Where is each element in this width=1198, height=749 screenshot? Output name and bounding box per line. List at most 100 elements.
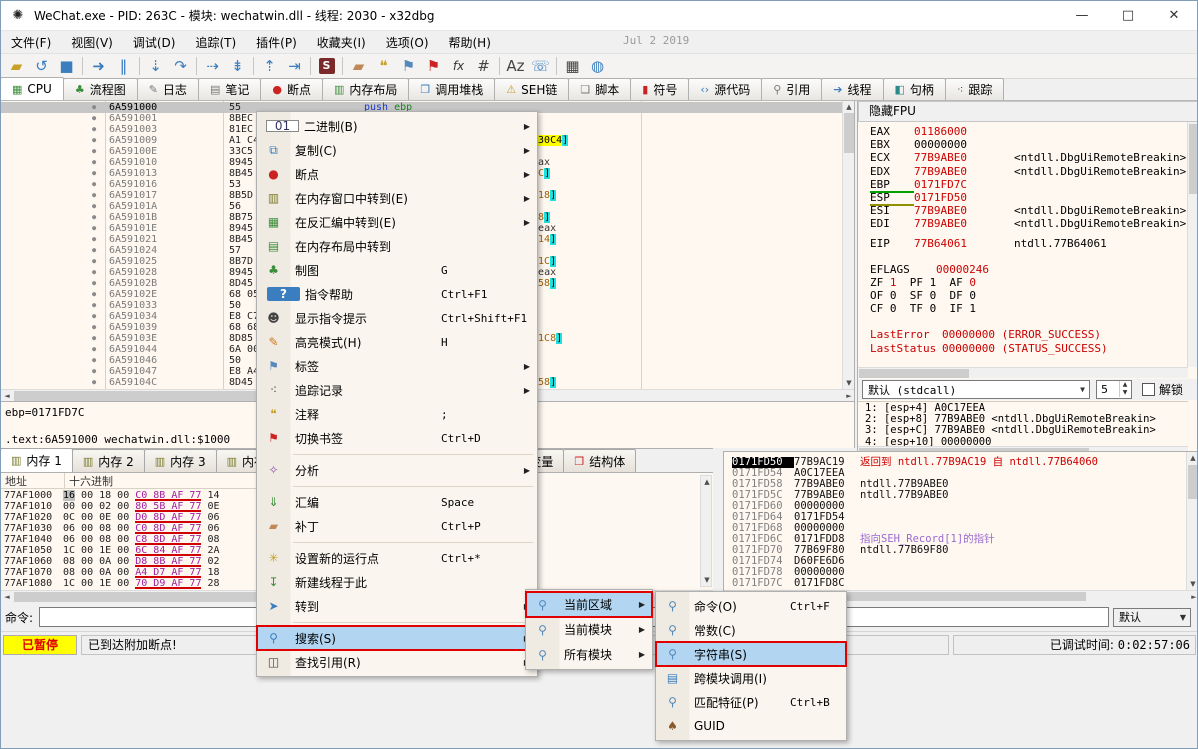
functions-icon[interactable]: fx	[446, 55, 471, 77]
menu-item[interactable]: ☻ 显示指令提示 Ctrl+Shift+F1	[257, 306, 537, 330]
menu-item[interactable]: ⚲ 匹配特征(P) Ctrl+B	[656, 690, 846, 714]
title-bar[interactable]: ✺ WeChat.exe - PID: 263C - 模块: wechatwin…	[1, 1, 1197, 31]
dump-header-hex[interactable]: 十六进制	[65, 473, 113, 488]
execute-till-return-icon[interactable]: ⇟	[225, 55, 250, 77]
bookmarks-icon[interactable]: ⚑	[421, 55, 446, 77]
breakpoint-dot-icon[interactable]: ●	[92, 355, 96, 366]
eflags-row[interactable]: EFLAGS00000246	[870, 263, 1188, 276]
locals-vscrollbar[interactable]: ▲ ▼	[700, 475, 712, 587]
menu-item[interactable]: ⇓ 汇编 Space	[257, 490, 537, 514]
menubar-item[interactable]: 调试(D)	[123, 32, 186, 53]
breakpoint-dot-icon[interactable]: ●	[92, 124, 96, 135]
calculator-icon[interactable]: ▦	[560, 55, 585, 77]
laststatus-row[interactable]: LastStatus00000000 (STATUS_SUCCESS)	[870, 342, 1188, 355]
call-argument[interactable]: 3: [esp+C] 77B9ABE0 <ntdll.DbgUiRemoteBr…	[865, 425, 1188, 436]
dump-row[interactable]: 77AF1010 00 00 02 00 80 5B AF 77 0E	[1, 501, 220, 512]
breakpoint-dot-icon[interactable]: ●	[92, 245, 96, 256]
menu-item[interactable]: ◫ 查找引用(R) ▶	[257, 650, 537, 674]
view-tab[interactable]: ⚠ SEH链	[494, 78, 569, 100]
view-tab[interactable]: ⚲ 引用	[761, 78, 822, 100]
strings-icon[interactable]: Az	[503, 55, 528, 77]
flags-row[interactable]: ZF 1 PF 1 AF 0	[870, 276, 1188, 289]
menu-item[interactable]: ↧ 新建线程于此	[257, 570, 537, 594]
menu-item[interactable]: ✎ 高亮模式(H) H	[257, 330, 537, 354]
menu-item[interactable]: ⚲ 当前模块 ▶	[526, 617, 652, 642]
menu-item[interactable]: ▰ 补丁 Ctrl+P	[257, 514, 537, 538]
register-row[interactable]: EBP0171FD7C	[870, 178, 1188, 191]
spinner-arrows-icon[interactable]: ▲▼	[1119, 381, 1130, 397]
menu-item[interactable]: ⚲ 搜索(S) ▶	[257, 626, 537, 650]
call-arguments-list[interactable]: 1: [esp+4] A0C17EEA2: [esp+8] 77B9ABE0 <…	[858, 401, 1188, 446]
view-tab[interactable]: ▤ 笔记	[198, 78, 261, 100]
register-row[interactable]: EDI77B9ABE0<ntdll.DbgUiRemoteBreakin>	[870, 217, 1188, 230]
breakpoint-dot-icon[interactable]: ●	[92, 311, 96, 322]
menubar-item[interactable]: 文件(F)	[1, 32, 61, 53]
breakpoint-dot-icon[interactable]: ●	[92, 135, 96, 146]
dump-row[interactable]: 77AF1030 06 00 08 00 C0 8D AF 77 06	[1, 523, 220, 534]
view-tab[interactable]: ◧ 句柄	[883, 78, 946, 100]
menu-item[interactable]: ? 指令帮助 Ctrl+F1	[257, 282, 537, 306]
view-tab[interactable]: ▥ 内存布局	[322, 78, 409, 100]
menu-item[interactable]: ▦ 在反汇编中转到(E) ▶	[257, 210, 537, 234]
register-row[interactable]: EDX77B9ABE0<ntdll.DbgUiRemoteBreakin>	[870, 165, 1188, 178]
step-into-icon[interactable]: ⇣	[143, 55, 168, 77]
stack-row[interactable]: 0171FD7C 0171FD8C	[724, 578, 1198, 589]
patch-icon[interactable]: ▰	[346, 55, 371, 77]
breakpoint-dot-icon[interactable]: ●	[92, 267, 96, 278]
dump-row[interactable]: 77AF1000 16 00 18 00 C0 8B AF 77 14	[1, 490, 220, 501]
register-row[interactable]: ESI77B9ABE0<ntdll.DbgUiRemoteBreakin>	[870, 204, 1188, 217]
register-row[interactable]: ECX77B9ABE0<ntdll.DbgUiRemoteBreakin>	[870, 151, 1188, 164]
breakpoint-dot-icon[interactable]: ●	[92, 256, 96, 267]
menu-item[interactable]: ● 断点 ▶	[257, 162, 537, 186]
menu-item[interactable]: ▥ 在内存窗口中转到(E) ▶	[257, 186, 537, 210]
view-tab[interactable]: ▦ CPU	[0, 77, 64, 100]
hide-fpu-button[interactable]: 隐藏FPU	[858, 101, 1198, 122]
breakpoint-dot-icon[interactable]: ●	[92, 322, 96, 333]
registers-vscrollbar[interactable]	[1187, 122, 1198, 367]
dump-row[interactable]: 77AF1060 08 00 0A 00 D8 8B AF 77 02	[1, 556, 220, 567]
menu-item[interactable]: ⚑ 标签 ▶	[257, 354, 537, 378]
menu-item[interactable]: ▤ 在内存布局中转到	[257, 234, 537, 258]
registers-hscrollbar[interactable]	[858, 367, 1188, 378]
registers-list[interactable]: EAX01186000 EBX00000000 ECX77B9ABE0<ntdl…	[858, 122, 1188, 367]
scroll-right-icon[interactable]: ►	[1188, 591, 1198, 601]
menu-item[interactable]: ♠ GUID	[656, 714, 846, 738]
scroll-up-icon[interactable]: ▲	[701, 476, 713, 488]
scroll-down-icon[interactable]: ▼	[701, 574, 713, 586]
menu-item[interactable]	[257, 450, 537, 458]
step-out-icon[interactable]: ⇡	[257, 55, 282, 77]
calls-icon[interactable]: ☏	[528, 55, 553, 77]
menu-item[interactable]: ⚲ 命令(O) Ctrl+F	[656, 594, 846, 618]
breakpoint-dot-icon[interactable]: ●	[92, 289, 96, 300]
menu-item[interactable]: ♣ 制图 G	[257, 258, 537, 282]
breakpoint-dot-icon[interactable]: ●	[92, 223, 96, 234]
register-row[interactable]: ESP0171FD50	[870, 191, 1188, 204]
view-tab[interactable]: ➔ 线程	[821, 78, 883, 100]
calling-convention-select[interactable]: 默认 (stdcall) ▼	[862, 380, 1090, 399]
breakpoint-dot-icon[interactable]: ●	[92, 146, 96, 157]
breakpoint-dot-icon[interactable]: ●	[92, 157, 96, 168]
menu-item[interactable]: ⚲ 当前区域 ▶	[526, 592, 652, 617]
breakpoint-dot-icon[interactable]: ●	[92, 366, 96, 377]
view-tab[interactable]: ✎ 日志	[137, 78, 199, 100]
breakpoint-dot-icon[interactable]: ●	[92, 113, 96, 124]
view-tab[interactable]: ‹› 源代码	[688, 78, 762, 100]
command-profile-select[interactable]: 默认 ▼	[1113, 608, 1191, 627]
run-to-user-code-icon[interactable]: ⇢	[200, 55, 225, 77]
breakpoint-dot-icon[interactable]: ●	[92, 102, 96, 113]
breakpoint-dot-icon[interactable]: ●	[92, 190, 96, 201]
restart-icon[interactable]: ↺	[29, 55, 54, 77]
scroll-right-icon[interactable]: ►	[843, 390, 855, 401]
dump-row[interactable]: 77AF1050 1C 00 1E 00 6C 84 AF 77 2A	[1, 545, 220, 556]
dump-row[interactable]: 77AF1040 06 00 08 00 C8 8D AF 77 08	[1, 534, 220, 545]
view-tab[interactable]: ▮ 符号	[630, 78, 689, 100]
menu-item[interactable]: ➤ 转到 ▶	[257, 594, 537, 618]
globe-icon[interactable]: ◍	[585, 55, 610, 77]
breakpoint-dot-icon[interactable]: ●	[92, 333, 96, 344]
view-tab[interactable]: ❏ 脚本	[568, 78, 631, 100]
close-button[interactable]: ✕	[1151, 1, 1197, 30]
disasm-vscrollbar[interactable]: ▲ ▼	[842, 101, 854, 389]
menu-item[interactable]: ❝ 注释 ;	[257, 402, 537, 426]
menu-item[interactable]: ⚑ 切换书签 Ctrl+D	[257, 426, 537, 450]
register-row[interactable]: EAX01186000	[870, 125, 1188, 138]
